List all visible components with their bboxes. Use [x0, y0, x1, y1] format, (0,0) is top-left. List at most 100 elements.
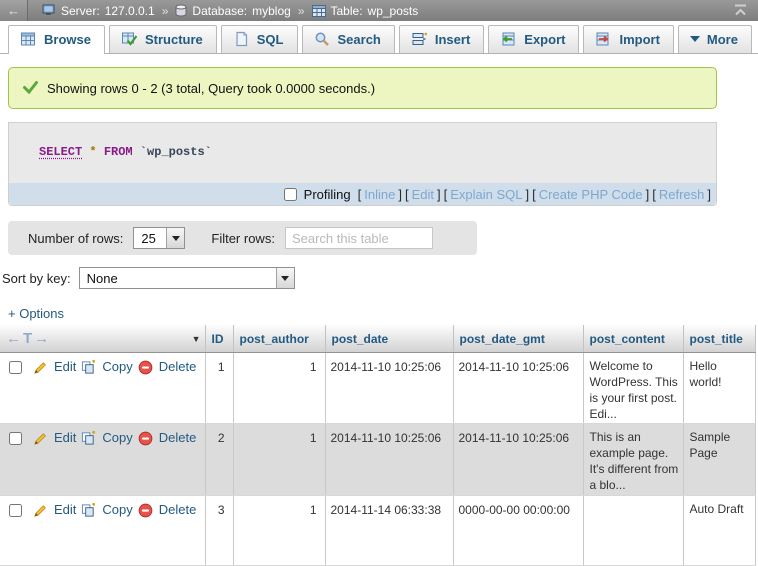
- tab-label: Import: [619, 32, 659, 47]
- sql-query-box: SELECT * FROM `wp_posts` Profiling [ Inl…: [8, 122, 717, 206]
- options-toggle-link[interactable]: + Options: [8, 306, 64, 321]
- filter-rows-label: Filter rows:: [211, 231, 275, 246]
- table-header-row: ← T → ▼ ID post_author post_date post_da…: [0, 325, 755, 353]
- server-link[interactable]: 127.0.0.1: [105, 4, 155, 18]
- sort-by-key-select[interactable]: None: [79, 267, 295, 289]
- column-header-post-title[interactable]: post_title: [683, 325, 755, 353]
- cell-post-date: 2014-11-10 10:25:06: [325, 424, 453, 496]
- tab-label: Browse: [44, 32, 91, 47]
- refresh-link[interactable]: Refresh: [659, 187, 705, 202]
- cell-post-date-gmt: 0000-00-00 00:00:00: [453, 496, 583, 566]
- create-php-code-link[interactable]: Create PHP Code: [539, 187, 643, 202]
- tab-label: Search: [338, 32, 381, 47]
- edit-link[interactable]: Edit: [54, 359, 76, 375]
- sql-keyword-from: FROM: [104, 145, 133, 159]
- sort-dropdown-icon[interactable]: ▼: [192, 334, 201, 344]
- delete-icon: [138, 431, 153, 446]
- num-rows-label: Number of rows:: [28, 231, 123, 246]
- tab-export[interactable]: Export: [488, 25, 579, 53]
- copy-link[interactable]: Copy: [102, 502, 132, 518]
- profiling-checkbox[interactable]: [284, 188, 297, 201]
- tee-icon[interactable]: T: [23, 330, 32, 347]
- delete-link[interactable]: Delete: [159, 430, 197, 446]
- tab-sql[interactable]: SQL: [221, 25, 298, 53]
- edit-icon: [33, 431, 48, 446]
- insert-icon: [411, 31, 427, 47]
- database-label: Database:: [192, 4, 247, 18]
- breadcrumb-separator: »: [298, 4, 305, 18]
- bracket: ]: [398, 187, 402, 202]
- select-arrow-button[interactable]: [166, 228, 184, 248]
- tab-import[interactable]: Import: [583, 25, 673, 53]
- server-icon: [42, 4, 56, 17]
- row-checkbox[interactable]: [9, 432, 22, 445]
- explain-sql-link[interactable]: Explain SQL: [450, 187, 522, 202]
- tab-browse[interactable]: Browse: [8, 25, 105, 54]
- tab-search[interactable]: Search: [302, 25, 395, 53]
- rows-control-bar: Number of rows: 25 Filter rows:: [8, 221, 477, 255]
- copy-link[interactable]: Copy: [102, 359, 132, 375]
- column-header-post-date-gmt[interactable]: post_date_gmt: [453, 325, 583, 353]
- browse-icon: [20, 31, 36, 47]
- bracket: [: [652, 187, 656, 202]
- tab-more[interactable]: More: [678, 25, 752, 53]
- edit-icon: [33, 360, 48, 375]
- sort-by-key-value: None: [80, 268, 276, 288]
- cell-id: 1: [205, 353, 233, 424]
- edit-link[interactable]: Edit: [54, 430, 76, 446]
- cell-post-content: This is an example page. It's different …: [583, 424, 683, 496]
- table-link[interactable]: wp_posts: [368, 4, 419, 18]
- tab-insert[interactable]: Insert: [399, 25, 484, 53]
- column-header-post-content[interactable]: post_content: [583, 325, 683, 353]
- results-table: ← T → ▼ ID post_author post_date post_da…: [0, 325, 756, 566]
- rows-per-page-select[interactable]: 25: [133, 227, 185, 249]
- chevron-down-icon: [690, 36, 700, 47]
- tab-label: SQL: [257, 32, 284, 47]
- back-button[interactable]: ←: [0, 0, 28, 21]
- query-links-bar: Profiling [ Inline ] [ Edit ] [ Explain …: [9, 183, 716, 205]
- table-row: Edit Copy Delete 2 1 2014-11-10 10:25:06…: [0, 424, 755, 496]
- sql-keyword-select[interactable]: SELECT: [39, 145, 82, 159]
- copy-link[interactable]: Copy: [102, 430, 132, 446]
- column-header-post-date[interactable]: post_date: [325, 325, 453, 353]
- cell-post-author: 1: [233, 353, 325, 424]
- success-message: Showing rows 0 - 2 (3 total, Query took …: [8, 67, 717, 109]
- chevron-down-icon: [172, 236, 180, 245]
- tab-structure[interactable]: Structure: [109, 25, 217, 53]
- edit-link[interactable]: Edit: [54, 502, 76, 518]
- copy-icon: [81, 503, 96, 518]
- sort-row: Sort by key: None: [2, 267, 758, 289]
- edit-query-link[interactable]: Edit: [412, 187, 434, 202]
- collapse-icon[interactable]: [733, 3, 748, 20]
- inline-link[interactable]: Inline: [364, 187, 395, 202]
- server-label: Server:: [61, 4, 100, 18]
- delete-link[interactable]: Delete: [159, 359, 197, 375]
- filter-rows-input[interactable]: [285, 227, 433, 249]
- bracket: ]: [437, 187, 441, 202]
- row-checkbox[interactable]: [9, 361, 22, 374]
- row-checkbox[interactable]: [9, 504, 22, 517]
- bracket: ]: [526, 187, 530, 202]
- search-icon: [314, 31, 330, 47]
- table-row: Edit Copy Delete 1 1 2014-11-10 10:25:06…: [0, 353, 755, 424]
- cell-post-date-gmt: 2014-11-10 10:25:06: [453, 424, 583, 496]
- tab-bar: Browse Structure SQL Search Insert Expor…: [0, 21, 758, 54]
- cell-post-title: Sample Page: [683, 424, 755, 496]
- delete-link[interactable]: Delete: [159, 502, 197, 518]
- row-actions-cell: Edit Copy Delete: [0, 424, 205, 496]
- database-link[interactable]: myblog: [252, 4, 291, 18]
- sort-by-key-label: Sort by key:: [2, 271, 71, 286]
- bracket: [: [405, 187, 409, 202]
- breadcrumb-bar: ← Server: 127.0.0.1 » Database: myblog »…: [0, 0, 758, 21]
- sql-query: SELECT * FROM `wp_posts`: [9, 123, 716, 183]
- column-header-id[interactable]: ID: [205, 325, 233, 353]
- cell-post-date: 2014-11-10 10:25:06: [325, 353, 453, 424]
- column-visibility-controls[interactable]: ← T →: [6, 330, 49, 347]
- right-arrow-icon[interactable]: →: [34, 330, 49, 347]
- table-label: Table:: [331, 4, 363, 18]
- sql-table-identifier: `wp_posts`: [140, 145, 212, 159]
- cell-post-content: Welcome to WordPress. This is your first…: [583, 353, 683, 424]
- left-arrow-icon[interactable]: ←: [6, 330, 21, 347]
- select-arrow-button[interactable]: [276, 268, 294, 288]
- column-header-post-author[interactable]: post_author: [233, 325, 325, 353]
